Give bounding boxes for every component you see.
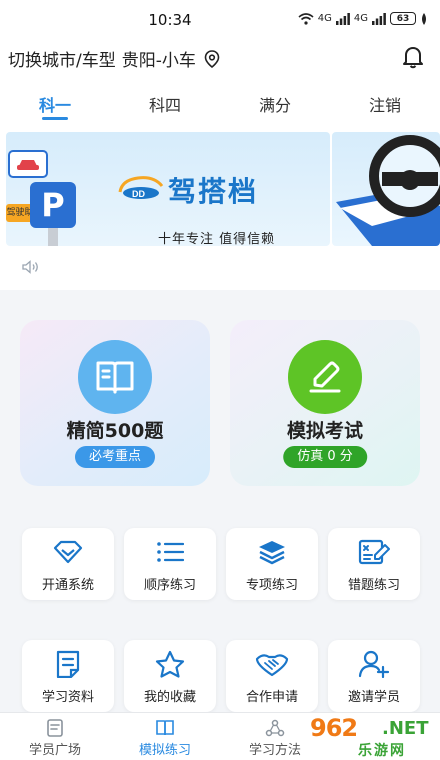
- wrong-answer-icon: [328, 538, 420, 566]
- grid-label: 合作申请: [245, 690, 298, 705]
- signal-bars-icon-2: [372, 12, 386, 25]
- grid-label: 错题练习: [347, 578, 400, 593]
- card-mock-exam[interactable]: 模拟考试 仿真 0 分: [230, 320, 420, 486]
- signal-label-2: 4G: [353, 13, 368, 24]
- signal-label-1: 4G: [317, 13, 332, 24]
- watermark-domain: .NET: [382, 718, 429, 739]
- grid-label: 学习资料: [41, 690, 94, 705]
- leaf-icon: [422, 12, 426, 25]
- city-selector[interactable]: 切换城市/车型 贵阳-小车: [8, 46, 220, 71]
- layers-icon: [226, 538, 318, 566]
- grid-label: 邀请学员: [347, 690, 400, 705]
- subject-tabs: 科一 科四 满分 注销: [0, 78, 440, 128]
- brand-logo-text: DD: [132, 189, 145, 199]
- site-watermark: 962 .NET 乐游网: [302, 712, 440, 760]
- tab-ke-yi[interactable]: 科一: [0, 78, 110, 128]
- badge-key-points: 必考重点: [74, 446, 156, 468]
- sign-pole: [48, 228, 58, 246]
- tab-man-fen[interactable]: 满分: [220, 78, 330, 128]
- city-value: 贵阳-小车: [121, 51, 196, 71]
- grid-study-materials[interactable]: 学习资料: [22, 640, 114, 712]
- bell-icon[interactable]: [400, 44, 426, 70]
- book-icon: [78, 340, 152, 414]
- brand-title: 驾搭档: [168, 175, 259, 208]
- status-time: 10:34: [148, 11, 192, 29]
- card-500-questions[interactable]: 精简500题 必考重点: [20, 320, 210, 486]
- add-user-icon: [328, 650, 420, 678]
- brand-slogan: 十年专注 值得信赖: [158, 232, 276, 246]
- nav-label: 学员广场: [28, 743, 81, 758]
- grid-invite-student[interactable]: 邀请学员: [328, 640, 420, 712]
- nav-label: 模拟练习: [138, 743, 191, 758]
- nav-student-square[interactable]: 学员广场: [0, 713, 110, 760]
- grid-cooperation[interactable]: 合作申请: [226, 640, 318, 712]
- grid-label: 顺序练习: [143, 578, 196, 593]
- grid-special-practice[interactable]: 专项练习: [226, 528, 318, 600]
- nav-mock-practice[interactable]: 模拟练习: [110, 713, 220, 760]
- location-pin-icon: [204, 49, 220, 68]
- signal-bars-icon: [335, 12, 350, 25]
- wifi-icon: [298, 12, 314, 25]
- city-label: 切换城市/车型: [8, 51, 116, 71]
- watermark-number: 962: [310, 714, 358, 742]
- list-icon: [124, 538, 216, 566]
- status-icons: 4G 4G 63: [298, 12, 428, 25]
- card-title-500: 精简500题: [66, 420, 164, 442]
- square-icon: [47, 719, 63, 737]
- header: 切换城市/车型 贵阳-小车: [0, 38, 440, 78]
- battery-icon: 63: [390, 12, 416, 25]
- watermark-site: 乐游网: [358, 743, 406, 759]
- star-icon: [124, 650, 216, 678]
- banner-next-slide[interactable]: [332, 132, 440, 246]
- tab-ke-si[interactable]: 科四: [110, 78, 220, 128]
- parking-sign-icon: P: [30, 182, 76, 228]
- grid-label: 专项练习: [245, 578, 298, 593]
- book-open-icon: [156, 720, 174, 736]
- handshake-icon: [226, 650, 318, 678]
- app-screen: 10:34 4G 4G 63 切换城市/车型 贵阳-小车 科一 科四 满分 注销…: [0, 0, 440, 760]
- grid-my-favorites[interactable]: 我的收藏: [124, 640, 216, 712]
- status-bar: 10:34 4G 4G 63: [0, 0, 440, 38]
- tab-zhu-xiao[interactable]: 注销: [330, 78, 440, 128]
- feature-cards: 精简500题 必考重点 模拟考试 仿真 0 分: [20, 320, 420, 490]
- method-icon: [265, 719, 285, 737]
- grid-sequential-practice[interactable]: 顺序练习: [124, 528, 216, 600]
- document-icon: [22, 650, 114, 678]
- speaker-icon[interactable]: [22, 260, 40, 274]
- grid-label: 开通系统: [41, 578, 94, 593]
- car-sign-icon: [8, 150, 48, 178]
- brand-logo-icon: DD: [118, 176, 164, 199]
- badge-score: 仿真 0 分: [283, 446, 367, 468]
- banner-slide[interactable]: 驾驶助 P DD 驾搭档 十年专注 值得信赖: [6, 132, 330, 246]
- grid-label: 我的收藏: [143, 690, 196, 705]
- card-title-mock: 模拟考试: [286, 420, 363, 442]
- grid-wrong-questions[interactable]: 错题练习: [328, 528, 420, 600]
- diamond-icon: [22, 538, 114, 566]
- banner-area: 驾驶助 P DD 驾搭档 十年专注 值得信赖: [0, 128, 440, 290]
- grid-open-system[interactable]: 开通系统: [22, 528, 114, 600]
- steering-wheel-icon: [336, 135, 440, 246]
- pencil-icon: [288, 340, 362, 414]
